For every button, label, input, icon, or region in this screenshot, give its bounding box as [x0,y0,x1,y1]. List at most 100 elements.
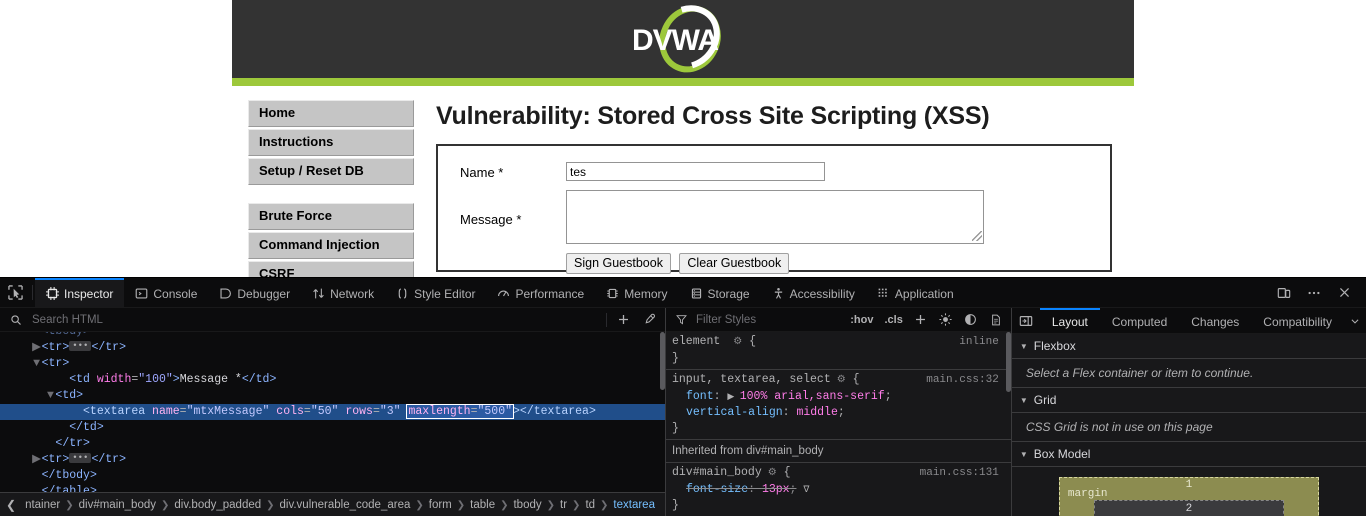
hov-button[interactable]: :hov [847,314,876,326]
light-mode-icon[interactable] [936,310,956,330]
close-devtools-icon[interactable] [1331,280,1357,306]
box-model-section-header[interactable]: ▼ Box Model [1011,442,1366,467]
sidebar-item-command-injection[interactable]: Command Injection [248,232,414,259]
tab-accessibility[interactable]: Accessibility [761,278,866,307]
tab-application[interactable]: Application [866,278,965,307]
css-rules-list[interactable]: element ⚙ {inline} input, textarea, selec… [666,332,1011,516]
box-model-border[interactable]: 2 [1093,500,1284,516]
breadcrumb-item[interactable]: div#main_body [74,499,161,511]
twisty-icon[interactable]: ▼ [32,356,42,372]
rules-scrollbar[interactable] [1005,332,1011,392]
markup-row[interactable]: ▼ <tr> [0,356,665,372]
eyedropper-icon[interactable] [639,310,659,330]
rule-selector[interactable]: input, textarea, select ⚙ {main.css:32 [666,372,1011,389]
breadcrumb-item[interactable]: ntainer [20,499,65,511]
search-input[interactable]: Search HTML [32,314,600,326]
styles-filter-input[interactable]: Filter Styles [696,314,842,326]
markup-tree[interactable]: <tbody> ▶<tr>•••</tr> ▼<tr> <td width="1… [0,332,665,492]
dark-mode-icon[interactable] [961,310,981,330]
markup-row[interactable]: ▶<tr> ••• </tr> [0,452,665,468]
twisty-icon[interactable]: ▶ [32,340,42,356]
breadcrumb-prev-icon[interactable]: ❮ [2,498,20,512]
filter-property-icon[interactable]: ∇ [803,485,809,495]
sidebar-item-setup-reset-db[interactable]: Setup / Reset DB [248,158,414,185]
rule-selector[interactable]: element ⚙ {inline [666,334,1011,351]
twisty-icon[interactable] [59,372,69,388]
twisty-icon[interactable] [45,436,55,452]
rule-source[interactable]: main.css:32 [926,372,999,388]
markup-row[interactable]: <td width="100">Message *</td> [0,372,665,388]
tab-console[interactable]: Console [124,278,208,307]
grid-section-header[interactable]: ▼ Grid [1011,388,1366,413]
breadcrumb-item[interactable]: form [424,499,457,511]
tab-performance[interactable]: Performance [486,278,595,307]
box-model-margin[interactable]: margin 1 2 [1058,477,1319,516]
markup-row[interactable]: ▼ <td> [0,388,665,404]
add-rule-icon[interactable] [911,310,931,330]
cls-button[interactable]: .cls [881,314,905,326]
markup-row[interactable]: </td> [0,420,665,436]
sidebar-item-instructions[interactable]: Instructions [248,129,414,156]
tab-memory[interactable]: Memory [595,278,678,307]
sidebar-item-home[interactable]: Home [248,100,414,127]
inherited-css-rule-0[interactable]: div#main_body ⚙ {main.css:131 font-size: … [666,463,1011,516]
markup-row[interactable]: </table> [0,484,665,492]
twisty-icon[interactable] [73,404,83,420]
breadcrumb-item[interactable]: tbody [508,499,546,511]
twisty-icon[interactable]: ▼ [45,388,55,404]
sign-guestbook-button[interactable]: Sign Guestbook [566,253,671,274]
breadcrumb-item[interactable]: table [465,499,500,511]
breadcrumb-next-icon[interactable]: ❯ [660,498,665,512]
breadcrumb-item[interactable]: tr [555,499,572,511]
element-picker-icon[interactable] [0,278,30,307]
rule-selector[interactable]: div#main_body ⚙ {main.css:131 [666,465,1011,482]
box-model-border-top-value[interactable]: 2 [1186,503,1193,515]
markup-row[interactable]: </tr> [0,436,665,452]
breadcrumb-item[interactable]: div.body_padded [169,499,266,511]
css-declaration[interactable]: vertical-align: middle; [666,405,1011,421]
twisty-icon[interactable] [32,484,42,492]
css-declaration[interactable]: font-size: 13px; ∇ [666,482,1011,498]
twisty-icon[interactable] [32,468,42,484]
css-rule-1[interactable]: input, textarea, select ⚙ {main.css:32 fo… [666,370,1011,440]
markup-row[interactable]: <tbody> [0,332,665,340]
tab-network[interactable]: Network [301,278,385,307]
rule-source[interactable]: inline [959,334,999,350]
breadcrumb-item[interactable]: textarea [608,499,660,511]
css-rule-0[interactable]: element ⚙ {inline} [666,332,1011,370]
add-node-icon[interactable] [613,310,633,330]
box-model-margin-top-value[interactable]: 1 [1186,479,1193,491]
tab-changes[interactable]: Changes [1179,308,1251,333]
gear-icon[interactable]: ⚙ [727,337,742,348]
markup-row[interactable]: </tbody> [0,468,665,484]
flexbox-section-header[interactable]: ▼ Flexbox [1011,334,1366,359]
sidebar-item-csrf[interactable]: CSRF [248,261,414,277]
message-textarea[interactable] [566,190,984,244]
markup-row[interactable]: ▶<tr> ••• </tr> [0,340,665,356]
dock-position-icon[interactable] [1271,280,1297,306]
layout-tabs-overflow-icon[interactable] [1344,308,1366,333]
tab-debugger[interactable]: Debugger [208,278,301,307]
tab-layout[interactable]: Layout [1039,308,1100,333]
print-media-icon[interactable] [986,310,1006,330]
tab-computed[interactable]: Computed [1100,308,1179,333]
name-input[interactable] [566,162,825,181]
tab-style-editor[interactable]: Style Editor [385,278,486,307]
clear-guestbook-button[interactable]: Clear Guestbook [679,253,790,274]
markup-scrollbar[interactable] [660,332,665,390]
twisty-icon[interactable] [59,420,69,436]
twisty-icon[interactable]: ▶ [32,452,42,468]
toggle-sidebar-icon[interactable] [1012,308,1040,333]
rule-source[interactable]: main.css:131 [920,465,999,481]
expand-shorthand-icon[interactable]: ▶ [727,392,739,402]
tab-inspector[interactable]: Inspector [35,278,125,307]
twisty-icon[interactable] [32,332,42,340]
breadcrumb-item[interactable]: div.vulnerable_code_area [275,499,416,511]
gear-icon[interactable]: ⚙ [831,375,846,386]
tab-compatibility[interactable]: Compatibility [1251,308,1344,333]
tab-storage[interactable]: Storage [679,278,761,307]
devtools-menu-icon[interactable] [1301,280,1327,306]
markup-row-selected[interactable]: <textarea name="mtxMessage" cols="50" ro… [0,404,665,420]
css-declaration[interactable]: font: ▶ 100% arial,sans-serif; [666,389,1011,405]
gear-icon[interactable]: ⚙ [762,468,777,479]
